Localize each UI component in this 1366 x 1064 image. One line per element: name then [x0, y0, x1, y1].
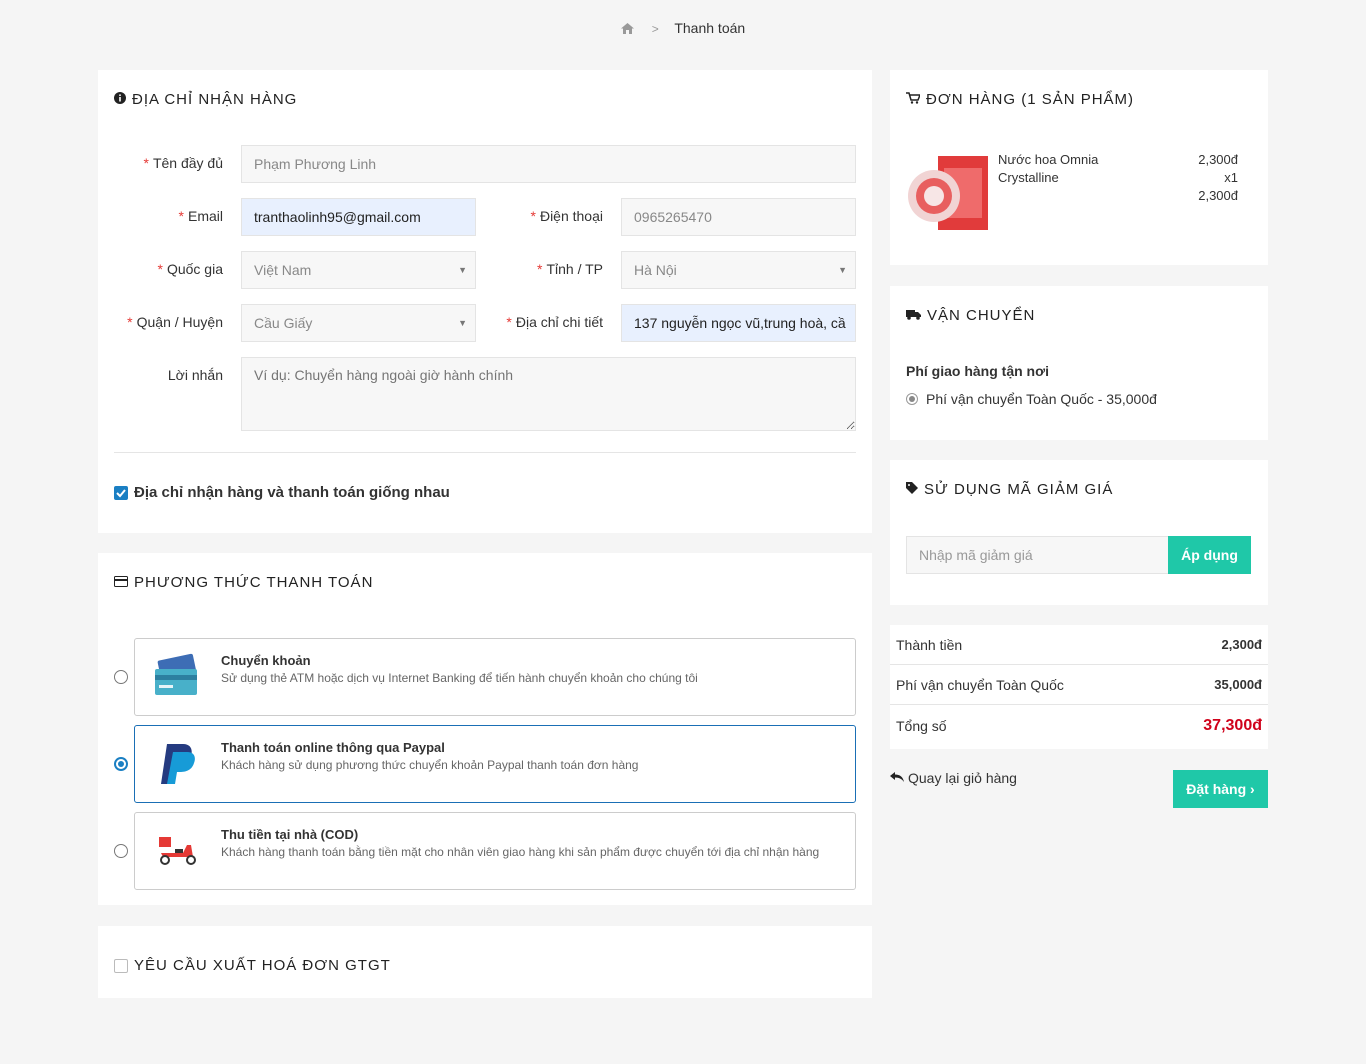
breadcrumb: > Thanh toán [0, 20, 1366, 37]
district-select[interactable]: Cầu Giấy ▼ [241, 304, 476, 342]
truck-icon [906, 307, 921, 324]
payment-radio-paypal[interactable] [114, 757, 128, 771]
payment-title: PHƯƠNG THỨC THANH TOÁN [114, 574, 373, 591]
place-order-label: Đặt hàng [1186, 781, 1247, 797]
home-icon[interactable] [620, 21, 634, 37]
payment-radio-cod[interactable] [114, 844, 128, 858]
vat-checkbox[interactable] [114, 958, 128, 973]
order-title-text: ĐƠN HÀNG (1 SẢN PHẨM) [926, 91, 1135, 108]
chevron-right-icon: > [651, 22, 659, 36]
product-total: 2,300đ [1198, 188, 1238, 203]
same-address-checkbox[interactable] [114, 485, 128, 500]
place-order-button[interactable]: Đặt hàng › [1173, 770, 1268, 808]
subtotal-label: Thành tiền [896, 637, 963, 653]
dropdown-caret-icon: ▼ [838, 265, 847, 275]
coupon-title: SỬ DỤNG MÃ GIẢM GIÁ [906, 481, 1113, 498]
shipping-option-row[interactable]: Phí vận chuyển Toàn Quốc - 35,000đ [906, 391, 1157, 407]
country-label: * Quốc gia [157, 261, 224, 277]
payment-option-cod[interactable]: Thu tiền tại nhà (COD) Khách hàng thanh … [134, 812, 856, 890]
same-address-row: Địa chỉ nhận hàng và thanh toán giống nh… [114, 484, 450, 501]
product-name[interactable]: Nước hoa Omnia Crystalline [998, 151, 1098, 187]
back-to-cart-link[interactable]: Quay lại giỏ hàng [890, 770, 1017, 786]
tag-icon [906, 481, 918, 498]
shipping-fee-label: Phí vận chuyển Toàn Quốc [896, 677, 1064, 693]
same-address-label[interactable]: Địa chỉ nhận hàng và thanh toán giống nh… [134, 484, 450, 501]
order-title: ĐƠN HÀNG (1 SẢN PHẨM) [906, 91, 1134, 108]
product-price: 2,300đ [1198, 152, 1238, 167]
subtotal-value: 2,300đ [1221, 637, 1262, 652]
shipping-fee-row: Phí vận chuyển Toàn Quốc 35,000đ [890, 665, 1268, 705]
shipping-subtitle: Phí giao hàng tận nơi [906, 363, 1049, 379]
total-row: Tổng số 37,300đ [890, 705, 1268, 749]
product-price-block: 2,300đ x1 2,300đ [1198, 151, 1238, 205]
shipping-panel: VẬN CHUYỂN Phí giao hàng tận nơi Phí vận… [890, 286, 1268, 440]
province-value: Hà Nội [634, 262, 677, 278]
vat-title-text[interactable]: YÊU CẦU XUẤT HOÁ ĐƠN GTGT [134, 957, 391, 974]
coupon-title-text: SỬ DỤNG MÃ GIẢM GIÁ [924, 481, 1114, 498]
order-panel: ĐƠN HÀNG (1 SẢN PHẨM) Nước hoa Omnia Cry… [890, 70, 1268, 265]
province-label: * Tỉnh / TP [537, 261, 603, 277]
payment-panel: PHƯƠNG THỨC THANH TOÁN Chuyển khoản Sử d… [98, 553, 872, 905]
payment-radio-bank[interactable] [114, 670, 128, 684]
email-label: * Email [178, 208, 223, 224]
reply-arrow-icon [890, 770, 904, 786]
address-title: ĐỊA CHỈ NHẬN HÀNG [114, 91, 297, 108]
shipping-title-text: VẬN CHUYỂN [927, 307, 1036, 324]
payment-option-bank-transfer[interactable]: Chuyển khoản Sử dụng thẻ ATM hoặc dịch v… [134, 638, 856, 716]
shipping-radio[interactable] [906, 393, 918, 405]
country-value: Việt Nam [254, 262, 312, 278]
payment-option-title: Thanh toán online thông qua Paypal [221, 740, 445, 755]
detail-label: * Địa chỉ chi tiết [506, 314, 603, 330]
breadcrumb-current: Thanh toán [674, 20, 746, 36]
district-label: * Quận / Huyện [127, 314, 223, 330]
shipping-fee-value: 35,000đ [1214, 677, 1262, 692]
coupon-panel: SỬ DỤNG MÃ GIẢM GIÁ Nhập mã giảm giá Áp … [890, 460, 1268, 605]
cart-icon [906, 91, 922, 108]
fullname-label: * Tên đầy đủ [143, 155, 223, 171]
credit-card-icon [114, 574, 128, 591]
product-image [904, 148, 992, 236]
address-panel: ĐỊA CHỈ NHẬN HÀNG * Tên đầy đủ Phạm Phươn… [98, 70, 872, 533]
info-icon [114, 91, 126, 108]
note-label: Lời nhắn [167, 367, 223, 383]
apply-coupon-button[interactable]: Áp dụng [1168, 536, 1251, 574]
product-qty: x1 [1224, 170, 1238, 185]
delivery-scooter-icon [153, 827, 201, 875]
address-title-text: ĐỊA CHỈ NHẬN HÀNG [132, 91, 298, 108]
email-input[interactable]: tranthaolinh95@gmail.com [241, 198, 476, 236]
coupon-input[interactable]: Nhập mã giảm giá [906, 536, 1169, 574]
divider [114, 452, 856, 453]
phone-label: * Điện thoại [530, 208, 604, 224]
summary-panel: Thành tiền 2,300đ Phí vận chuyển Toàn Qu… [890, 625, 1268, 749]
paypal-icon [153, 740, 201, 788]
bank-card-icon [153, 653, 201, 701]
shipping-title: VẬN CHUYỂN [906, 307, 1035, 324]
payment-option-title: Thu tiền tại nhà (COD) [221, 827, 359, 842]
detail-address-input[interactable]: 137 nguyễn ngọc vũ,trung hoà, cầ [621, 304, 856, 342]
country-select[interactable]: Việt Nam ▼ [241, 251, 476, 289]
payment-option-desc: Sử dụng thẻ ATM hoặc dịch vụ Internet Ba… [221, 671, 698, 685]
payment-title-text: PHƯƠNG THỨC THANH TOÁN [134, 574, 374, 591]
shipping-option-label: Phí vận chuyển Toàn Quốc - 35,000đ [926, 391, 1157, 407]
dropdown-caret-icon: ▼ [458, 265, 467, 275]
payment-option-desc: Khách hàng sử dụng phương thức chuyển kh… [221, 758, 639, 772]
subtotal-row: Thành tiền 2,300đ [890, 625, 1268, 665]
vat-title: YÊU CẦU XUẤT HOÁ ĐƠN GTGT [114, 957, 391, 974]
payment-option-desc: Khách hàng thanh toán bằng tiền mặt cho … [221, 845, 820, 859]
district-value: Cầu Giấy [254, 315, 313, 331]
fullname-input[interactable]: Phạm Phương Linh [241, 145, 856, 183]
province-select[interactable]: Hà Nội ▼ [621, 251, 856, 289]
vat-panel: YÊU CẦU XUẤT HOÁ ĐƠN GTGT [98, 926, 872, 998]
back-to-cart-label[interactable]: Quay lại giỏ hàng [908, 770, 1017, 786]
total-label: Tổng số [896, 718, 947, 734]
payment-option-title: Chuyển khoản [221, 653, 311, 668]
payment-option-paypal[interactable]: Thanh toán online thông qua Paypal Khách… [134, 725, 856, 803]
total-value: 37,300đ [1203, 717, 1262, 734]
phone-input[interactable]: 0965265470 [621, 198, 856, 236]
dropdown-caret-icon: ▼ [458, 318, 467, 328]
chevron-right-icon: › [1250, 781, 1255, 797]
note-textarea[interactable] [241, 357, 856, 431]
